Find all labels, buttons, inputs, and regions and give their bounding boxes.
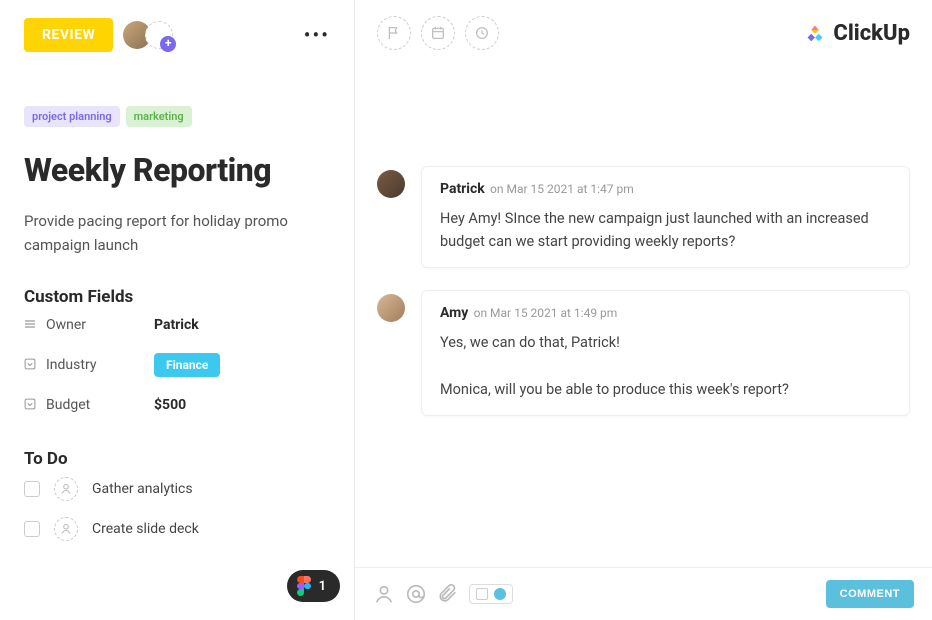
mention-user-icon[interactable]: [373, 583, 395, 605]
checkbox[interactable]: [24, 481, 40, 497]
tag-list: project planning marketing: [24, 106, 330, 127]
flag-icon[interactable]: [377, 16, 411, 50]
cf-label: Industry: [46, 357, 154, 373]
time-icon[interactable]: [465, 16, 499, 50]
assignee-stack[interactable]: +: [123, 21, 173, 49]
activity-panel: ClickUp Patrick on Mar 15 2021 at 1:47 p…: [355, 0, 932, 620]
comment-composer-bar: COMMENT: [355, 568, 932, 620]
avatar[interactable]: [377, 294, 405, 322]
todo-item[interactable]: Gather analytics: [24, 469, 330, 509]
comment-text: Yes, we can do that, Patrick! Monica, wi…: [440, 331, 891, 401]
add-assignee-icon[interactable]: +: [145, 21, 173, 49]
comment-body[interactable]: Patrick on Mar 15 2021 at 1:47 pm Hey Am…: [421, 166, 910, 268]
custom-fields-heading: Custom Fields: [24, 287, 330, 307]
list-icon: [24, 318, 46, 333]
cf-label: Owner: [46, 317, 154, 333]
comment-timestamp: on Mar 15 2021 at 1:47 pm: [490, 182, 634, 196]
tag-project-planning[interactable]: project planning: [24, 106, 120, 127]
at-icon[interactable]: [405, 583, 427, 605]
task-title[interactable]: Weekly Reporting: [24, 151, 330, 189]
cf-value: $500: [154, 397, 186, 413]
comment-item: Patrick on Mar 15 2021 at 1:47 pm Hey Am…: [377, 166, 910, 268]
figma-attachment-badge[interactable]: 1: [287, 570, 340, 602]
task-description[interactable]: Provide pacing report for holiday promo …: [24, 209, 330, 257]
comment-body[interactable]: Amy on Mar 15 2021 at 1:49 pm Yes, we ca…: [421, 290, 910, 416]
comment-thread: Patrick on Mar 15 2021 at 1:47 pm Hey Am…: [355, 66, 932, 568]
todo-heading: To Do: [24, 449, 330, 469]
custom-field-industry[interactable]: Industry Finance: [24, 343, 330, 387]
tag-marketing[interactable]: marketing: [126, 106, 192, 127]
brand-logo: ClickUp: [803, 21, 910, 46]
top-toolbar: ClickUp: [355, 0, 932, 66]
avatar[interactable]: [377, 170, 405, 198]
attachment-icon[interactable]: [437, 583, 459, 605]
dropdown-icon: [24, 358, 46, 373]
comment-timestamp: on Mar 15 2021 at 1:49 pm: [474, 306, 618, 320]
view-toggle[interactable]: [469, 584, 513, 604]
more-menu-icon[interactable]: •••: [304, 23, 330, 47]
custom-field-budget[interactable]: Budget $500: [24, 387, 330, 423]
comment-text: Hey Amy! SInce the new campaign just lau…: [440, 207, 891, 253]
comment-author: Amy: [440, 305, 468, 321]
task-panel: REVIEW + ••• project planning marketing …: [0, 0, 355, 620]
status-badge[interactable]: REVIEW: [24, 18, 113, 52]
assign-user-icon[interactable]: [54, 477, 78, 501]
assign-user-icon[interactable]: [54, 517, 78, 541]
cf-value: Finance: [154, 353, 220, 377]
clickup-mark-icon: [803, 21, 827, 45]
figma-icon: [297, 576, 311, 596]
calendar-icon[interactable]: [421, 16, 455, 50]
plus-icon: +: [160, 36, 176, 52]
todo-label: Create slide deck: [92, 521, 199, 537]
figma-count: 1: [319, 579, 326, 594]
todo-item[interactable]: Create slide deck: [24, 509, 330, 549]
todo-label: Gather analytics: [92, 481, 193, 497]
cf-label: Budget: [46, 397, 154, 413]
custom-field-owner[interactable]: Owner Patrick: [24, 307, 330, 343]
comment-author: Patrick: [440, 181, 485, 197]
cf-value: Patrick: [154, 317, 199, 333]
dropdown-icon: [24, 398, 46, 413]
comment-button[interactable]: COMMENT: [826, 580, 914, 608]
comment-item: Amy on Mar 15 2021 at 1:49 pm Yes, we ca…: [377, 290, 910, 416]
brand-name: ClickUp: [833, 21, 910, 46]
checkbox[interactable]: [24, 521, 40, 537]
